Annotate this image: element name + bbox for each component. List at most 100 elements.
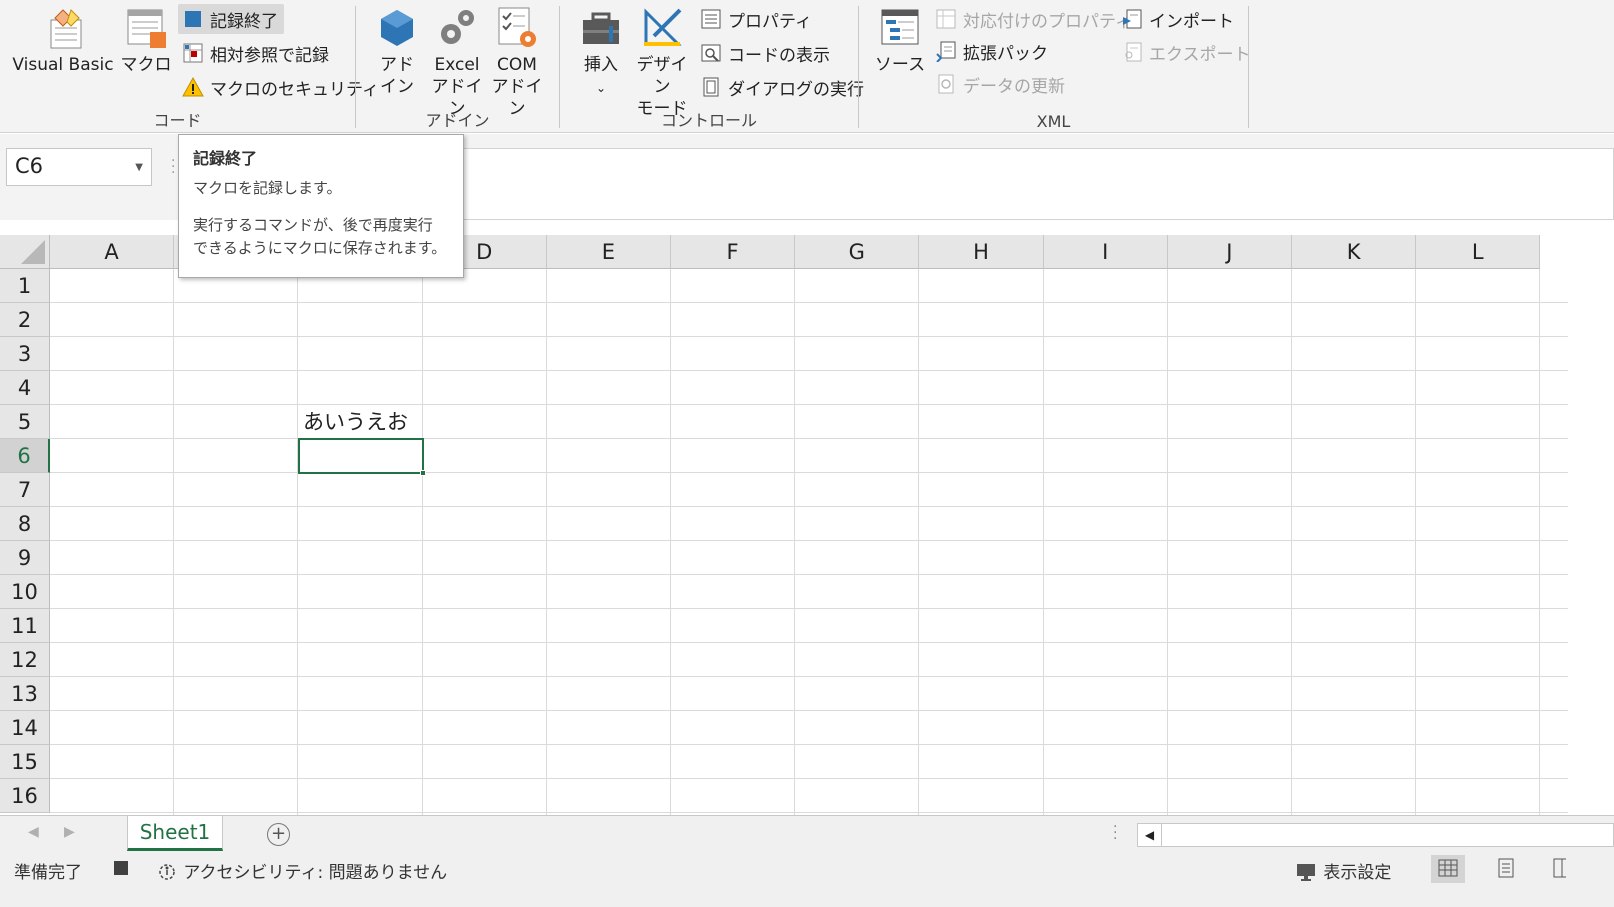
active-cell-selection[interactable] [298,438,426,476]
row-header[interactable]: 11 [0,609,50,643]
chevron-down-icon: ⌄ [595,81,607,95]
column-header[interactable]: J [1167,235,1292,269]
column-header[interactable]: L [1416,235,1541,269]
row-header[interactable]: 3 [0,337,50,371]
next-sheet-icon[interactable]: ▶ [64,824,75,840]
macro-label: マクロ [120,55,172,75]
display-settings-button[interactable]: 表示設定 [1296,858,1391,883]
gridline-horizontal [50,370,1568,371]
column-header[interactable]: I [1043,235,1168,269]
gridline-horizontal [50,438,1568,439]
row-header[interactable]: 9 [0,541,50,575]
accessibility-status[interactable]: アクセシビリティ: 問題ありません [156,858,447,883]
xml-source-icon [881,9,919,45]
column-header[interactable]: F [671,235,796,269]
tab-splitter-icon[interactable]: · · · [1113,820,1117,846]
xml-export-button[interactable]: エクスポート [1117,37,1257,67]
refresh-data-label: データの更新 [963,76,1065,97]
row-header[interactable]: 2 [0,303,50,337]
row-header[interactable]: 5 [0,405,50,439]
column-header[interactable]: K [1292,235,1417,269]
worksheet-grid[interactable]: ABCDEFGHIJKL 12345678910111213141516 あいう… [0,235,1568,815]
com-addin-button[interactable]: COM アドイン [488,6,546,120]
gridline-horizontal [50,540,1568,541]
tooltip-line: 実行するコマンドが、後で再度実行 [193,216,433,234]
row-header[interactable]: 7 [0,473,50,507]
cell-c5[interactable]: あいうえお [303,406,408,436]
import-icon [1123,9,1142,29]
map-properties-icon [936,9,956,29]
row-header[interactable]: 6 [0,439,50,473]
stop-recording-button[interactable]: 記録終了 [178,4,284,34]
page-break-view-button[interactable] [1546,855,1566,883]
expansion-packs-icon [936,41,956,62]
column-header[interactable]: E [546,235,671,269]
xml-source-label: ソース [874,55,926,75]
column-header[interactable]: H [919,235,1044,269]
column-header[interactable]: A [50,235,175,269]
row-header[interactable]: 14 [0,711,50,745]
row-header[interactable]: 16 [0,779,50,813]
gridline-horizontal [50,710,1568,711]
addin-button[interactable]: アド イン [372,6,422,98]
relative-reference-label: 相対参照で記録 [210,45,329,66]
row-header[interactable]: 10 [0,575,50,609]
relative-reference-button[interactable]: 相対参照で記録 [178,38,335,68]
properties-button[interactable]: プロパティ [696,4,818,34]
row-header[interactable]: 12 [0,643,50,677]
grid-view-icon [1438,859,1458,877]
status-bar: 準備完了 アクセシビリティ: 問題ありません 表示設定 [0,853,1614,907]
xml-import-button[interactable]: インポート [1117,4,1240,34]
gridline-horizontal [50,336,1568,337]
chevron-down-icon[interactable]: ▼ [135,162,143,173]
addin-group-label: アドイン [425,111,490,130]
row-header[interactable]: 8 [0,507,50,541]
excel-addin-button[interactable]: Excel アドイン [428,6,486,120]
resize-handle-icon[interactable]: · · · [171,154,175,180]
map-properties-button[interactable]: 対応付けのプロパティ [931,4,1138,34]
macro-icon [127,9,166,48]
gridline-vertical [297,269,299,815]
macro-security-button[interactable]: マクロのセキュリティ [178,72,385,102]
sheet-tab-sheet1[interactable]: Sheet1 [127,816,223,851]
stop-recording-tooltip: 記録終了 マクロを記録します。 実行するコマンドが、後で再度実行 できるようにマ… [178,134,464,278]
refresh-data-button[interactable]: データの更新 [931,69,1071,99]
row-header[interactable]: 1 [0,269,50,303]
addin-group: アド イン Excel アドイン COM アドイン アドイン [356,0,559,133]
run-dialog-button[interactable]: ダイアログの実行 [696,72,870,102]
scroll-left-icon[interactable]: ◀ [1138,824,1162,846]
gridline-horizontal [50,744,1568,745]
page-layout-view-button[interactable] [1489,855,1523,883]
fill-handle[interactable] [420,470,426,476]
ribbon: Visual Basic マクロ 記録終了 相対参照で記録 マクロのセキュリティ… [0,0,1614,133]
gridline-vertical [421,269,423,815]
column-header[interactable]: G [795,235,920,269]
design-mode-label-line1: デザイン [636,55,688,97]
normal-view-button[interactable] [1431,855,1465,883]
expansion-packs-button[interactable]: 拡張パック [931,36,1054,66]
name-box[interactable]: C6 ▼ [6,148,152,186]
insert-control-button[interactable]: 挿入 ⌄ [574,6,628,99]
gridline-vertical [173,269,175,815]
horizontal-scrollbar[interactable]: ◀ [1137,823,1614,847]
add-sheet-button[interactable]: + [267,823,290,846]
view-code-button[interactable]: コードの表示 [696,38,836,68]
design-mode-button[interactable]: デザイン モード [632,6,692,120]
gridline-horizontal [50,642,1568,643]
gridline-vertical [1539,269,1541,815]
insert-control-label: 挿入 [584,55,618,75]
expansion-packs-label: 拡張パック [963,43,1048,64]
row-header[interactable]: 15 [0,745,50,779]
toolbox-icon [583,12,619,44]
macro-stop-icon[interactable] [114,861,128,875]
gears-icon [441,10,474,44]
row-header[interactable]: 4 [0,371,50,405]
prev-sheet-icon[interactable]: ◀ [28,824,39,840]
row-header[interactable]: 13 [0,677,50,711]
macro-button[interactable]: マクロ [120,6,172,76]
visual-basic-button[interactable]: Visual Basic [8,6,118,76]
gridline-vertical [670,269,671,815]
xml-source-button[interactable]: ソース [873,6,927,76]
visual-basic-label: Visual Basic [12,55,114,75]
select-all-button[interactable] [0,235,50,269]
